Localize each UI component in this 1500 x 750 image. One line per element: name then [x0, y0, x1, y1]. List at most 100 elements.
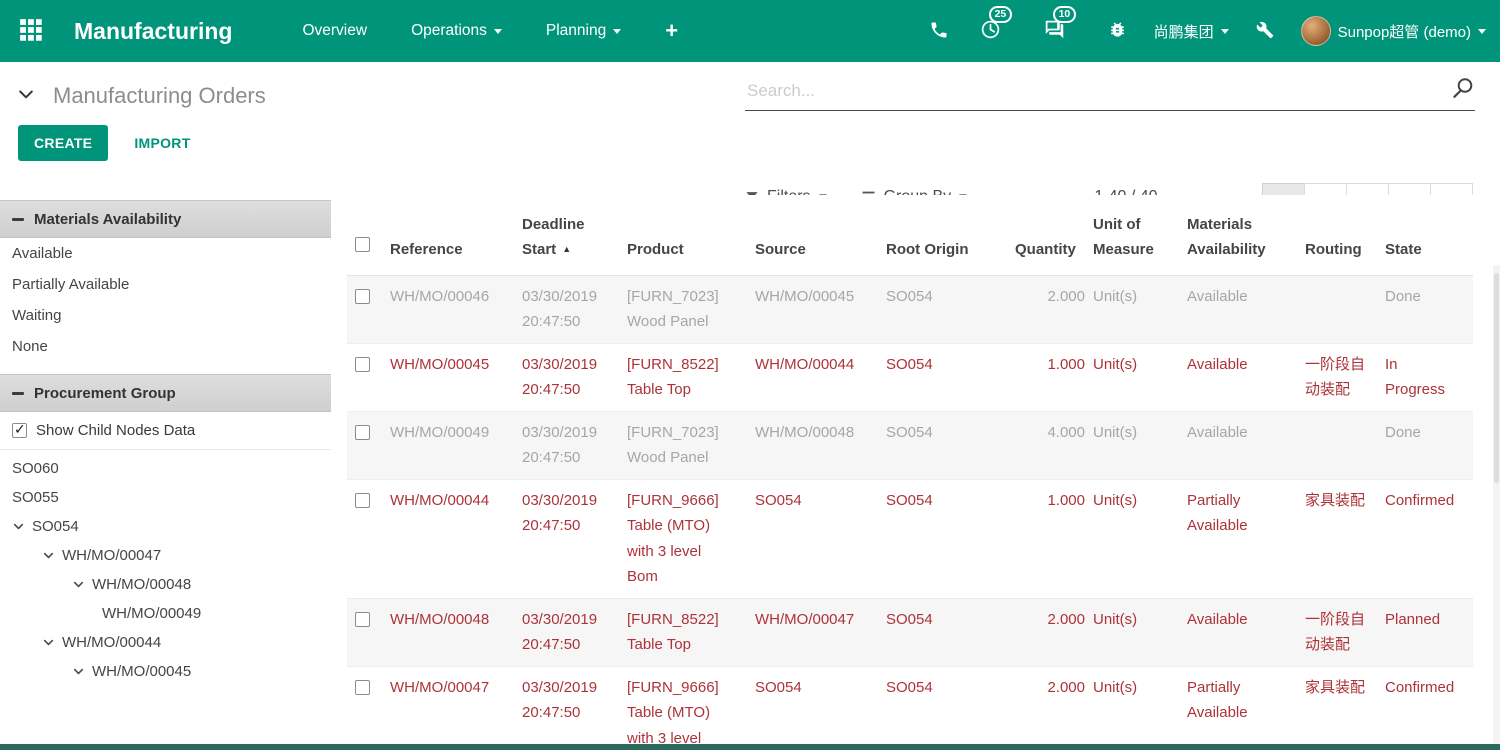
procurement-tree: SO060 SO055 SO054 WH/MO/00047 WH/MO/0004… [0, 454, 331, 686]
section-procurement-group[interactable]: Procurement Group [0, 374, 331, 412]
debug-button[interactable] [1104, 16, 1131, 46]
wrench-icon [1256, 21, 1274, 42]
row-checkbox[interactable] [355, 680, 370, 695]
tree-expand-icon[interactable] [42, 636, 55, 649]
filter-item-none[interactable]: None [0, 331, 331, 362]
apps-menu-button[interactable] [14, 13, 48, 50]
column-label: Reference [390, 241, 463, 258]
checkbox-checked[interactable] [12, 423, 27, 438]
cell-root-origin: SO054 [886, 598, 1015, 666]
menu-add-button[interactable]: + [665, 21, 678, 41]
tree-item-label: SO060 [12, 460, 59, 477]
apps-grid-icon [18, 17, 44, 46]
show-child-nodes-toggle[interactable]: Show Child Nodes Data [0, 412, 331, 450]
column-header-root-origin[interactable]: Root Origin [886, 195, 1015, 275]
cell-reference: WH/MO/00046 [390, 275, 522, 343]
menu-operations[interactable]: Operations [411, 22, 502, 40]
column-header-reference[interactable]: Reference [390, 195, 522, 275]
tree-expand-icon[interactable] [72, 665, 85, 678]
row-checkbox[interactable] [355, 357, 370, 372]
row-checkbox[interactable] [355, 289, 370, 304]
tree-expand-icon[interactable] [12, 520, 25, 533]
tree-item-wh-mo-00049[interactable]: WH/MO/00049 [0, 599, 331, 628]
filter-item-partially-available[interactable]: Partially Available [0, 269, 331, 300]
column-header-deadline-start[interactable]: Deadline Start▲ [522, 195, 627, 275]
developer-tools-button[interactable] [1252, 17, 1278, 46]
user-menu[interactable]: Sunpop超管 (demo) [1301, 16, 1486, 46]
search-icon[interactable] [1451, 76, 1475, 105]
navbar-systray: 25 10 尚鹏集团 [925, 15, 1486, 47]
cell-state: Planned [1385, 598, 1473, 666]
table-row[interactable]: WH/MO/00047 03/30/2019 20:47:50 [FURN_96… [347, 666, 1473, 744]
cell-quantity: 4.000 [1015, 411, 1093, 479]
vertical-scrollbar[interactable] [1493, 265, 1500, 744]
column-label: State [1385, 241, 1422, 258]
messages-count-badge[interactable]: 10 [1053, 6, 1077, 23]
create-button[interactable]: CREATE [18, 125, 108, 161]
import-button[interactable]: IMPORT [134, 135, 190, 151]
column-header-product[interactable]: Product [627, 195, 755, 275]
table-row[interactable]: WH/MO/00048 03/30/2019 20:47:50 [FURN_85… [347, 598, 1473, 666]
column-header-state[interactable]: State [1385, 195, 1473, 275]
cell-routing: 家具装配 [1305, 666, 1385, 744]
table-row[interactable]: WH/MO/00046 03/30/2019 20:47:50 [FURN_70… [347, 275, 1473, 343]
cell-deadline-start: 03/30/2019 20:47:50 [522, 666, 627, 744]
app-window: Manufacturing Overview Operations Planni… [0, 0, 1500, 750]
tree-item-wh-mo-00044[interactable]: WH/MO/00044 [0, 628, 331, 657]
menu-overview[interactable]: Overview [302, 22, 367, 40]
column-label: Deadline Start [522, 216, 585, 259]
phone-button[interactable] [925, 16, 953, 47]
messages-systray: 10 [1040, 15, 1069, 47]
chevron-down-icon [1221, 29, 1229, 34]
app-title[interactable]: Manufacturing [74, 18, 232, 45]
cell-source: WH/MO/00044 [755, 343, 886, 411]
tree-item-so060[interactable]: SO060 [0, 454, 331, 483]
menu-overview-label: Overview [302, 22, 367, 40]
row-checkbox[interactable] [355, 612, 370, 627]
tree-item-label: WH/MO/00049 [102, 605, 201, 622]
column-label: Quantity [1015, 241, 1076, 258]
search-input[interactable] [745, 80, 1451, 102]
cell-source: SO054 [755, 479, 886, 598]
cell-uom: Unit(s) [1093, 275, 1187, 343]
activities-count-badge[interactable]: 25 [989, 6, 1013, 23]
tree-item-wh-mo-00048[interactable]: WH/MO/00048 [0, 570, 331, 599]
cell-reference: WH/MO/00044 [390, 479, 522, 598]
column-header-routing[interactable]: Routing [1305, 195, 1385, 275]
row-checkbox[interactable] [355, 425, 370, 440]
action-buttons: CREATE IMPORT [18, 125, 191, 161]
table-row[interactable]: WH/MO/00044 03/30/2019 20:47:50 [FURN_96… [347, 479, 1473, 598]
column-header-uom[interactable]: Unit of Measure [1093, 195, 1187, 275]
select-all-checkbox[interactable] [355, 237, 370, 252]
section-materials-availability[interactable]: Materials Availability [0, 200, 331, 238]
chevron-down-icon [16, 84, 36, 107]
column-header-source[interactable]: Source [755, 195, 886, 275]
column-header-quantity[interactable]: Quantity [1015, 195, 1093, 275]
tree-item-label: WH/MO/00048 [92, 576, 191, 593]
table-row[interactable]: WH/MO/00045 03/30/2019 20:47:50 [FURN_85… [347, 343, 1473, 411]
cell-routing [1305, 275, 1385, 343]
tree-item-wh-mo-00045[interactable]: WH/MO/00045 [0, 657, 331, 686]
bottom-edge-bar [0, 744, 1500, 750]
cell-routing [1305, 411, 1385, 479]
cell-reference: WH/MO/00048 [390, 598, 522, 666]
menu-planning[interactable]: Planning [546, 22, 621, 40]
column-header-materials-availability[interactable]: Materials Availability [1187, 195, 1305, 275]
filter-item-waiting[interactable]: Waiting [0, 300, 331, 331]
breadcrumb-toggle-button[interactable] [12, 80, 40, 111]
tree-expand-icon[interactable] [72, 578, 85, 591]
tree-item-so054[interactable]: SO054 [0, 512, 331, 541]
tree-item-label: WH/MO/00045 [92, 663, 191, 680]
sort-asc-icon: ▲ [562, 244, 571, 254]
scrollbar-thumb[interactable] [1494, 273, 1499, 483]
company-switcher[interactable]: 尚鹏集团 [1154, 21, 1229, 42]
tree-item-wh-mo-00047[interactable]: WH/MO/00047 [0, 541, 331, 570]
cell-source: WH/MO/00048 [755, 411, 886, 479]
tree-expand-icon[interactable] [42, 549, 55, 562]
filter-item-available[interactable]: Available [0, 238, 331, 269]
cell-root-origin: SO054 [886, 275, 1015, 343]
tree-item-so055[interactable]: SO055 [0, 483, 331, 512]
cell-product: [FURN_9666] Table (MTO) with 3 level Bom [627, 666, 755, 744]
row-checkbox[interactable] [355, 493, 370, 508]
table-row[interactable]: WH/MO/00049 03/30/2019 20:47:50 [FURN_70… [347, 411, 1473, 479]
